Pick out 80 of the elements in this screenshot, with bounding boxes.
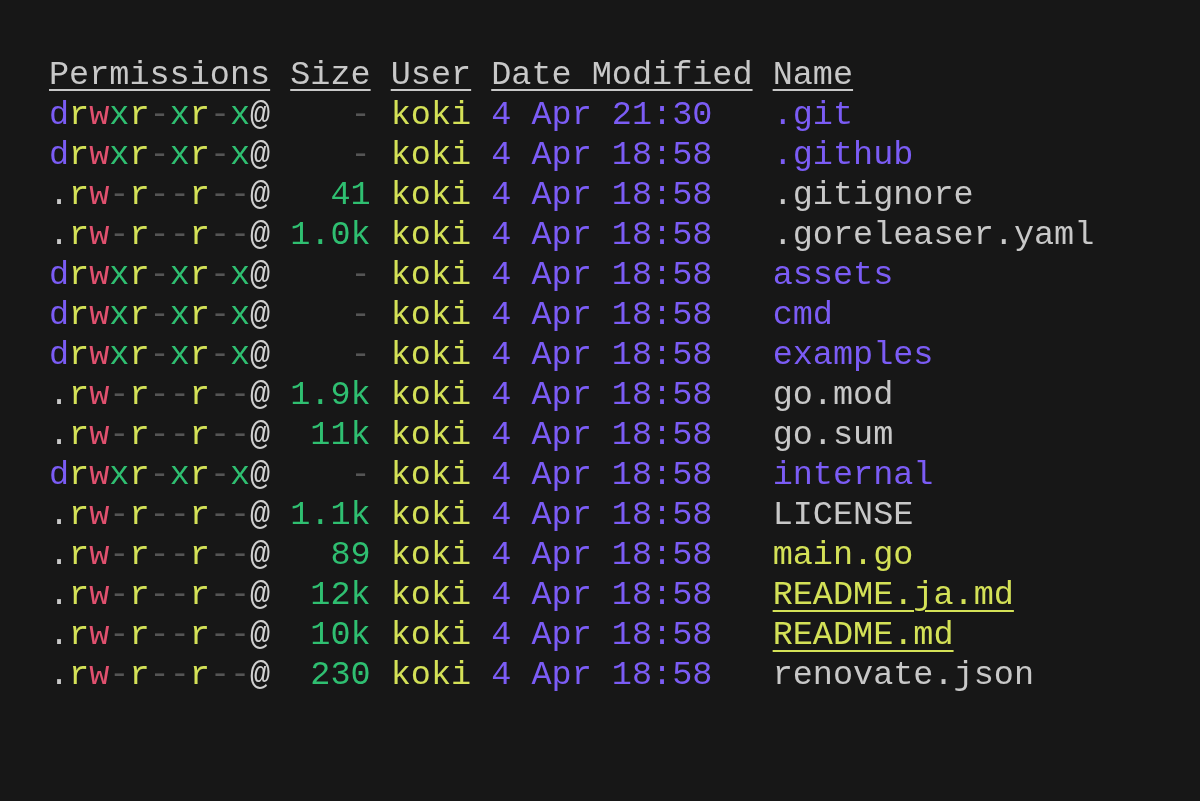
size-cell: 10k	[310, 616, 371, 654]
permissions-cell: drwxr-xr-x@	[49, 136, 271, 174]
permissions-cell: drwxr-xr-x@	[49, 456, 271, 494]
date-cell: 4 Apr 18:58	[491, 416, 713, 454]
permissions-cell: .rw-r--r--@	[49, 576, 271, 614]
user-cell: koki	[390, 456, 472, 494]
permissions-cell: .rw-r--r--@	[49, 216, 271, 254]
file-name: .goreleaser.yaml	[772, 216, 1095, 254]
date-cell: 4 Apr 18:58	[491, 576, 713, 614]
file-name: README.md	[772, 616, 954, 654]
file-name: assets	[772, 256, 894, 294]
date-cell: 4 Apr 18:58	[491, 536, 713, 574]
date-cell: 4 Apr 18:58	[491, 216, 713, 254]
size-cell: 1.1k	[290, 496, 371, 534]
user-cell: koki	[390, 576, 472, 614]
file-name: go.mod	[772, 376, 894, 414]
size-cell: 1.0k	[290, 216, 371, 254]
column-header: Size	[290, 56, 371, 94]
column-header: User	[390, 56, 472, 94]
column-header: Name	[772, 56, 854, 94]
permissions-cell: drwxr-xr-x@	[49, 296, 271, 334]
date-cell: 4 Apr 18:58	[491, 296, 713, 334]
permissions-cell: .rw-r--r--@	[49, 616, 271, 654]
user-cell: koki	[390, 416, 472, 454]
permissions-cell: .rw-r--r--@	[49, 176, 271, 214]
size-cell: 41	[330, 176, 371, 214]
size-cell: -	[350, 336, 371, 374]
file-name: examples	[772, 336, 934, 374]
date-cell: 4 Apr 18:58	[491, 376, 713, 414]
size-cell: 11k	[310, 416, 371, 454]
user-cell: koki	[390, 136, 472, 174]
user-cell: koki	[390, 256, 472, 294]
permissions-cell: .rw-r--r--@	[49, 416, 271, 454]
size-cell: 12k	[310, 576, 371, 614]
date-cell: 4 Apr 18:58	[491, 136, 713, 174]
user-cell: koki	[390, 336, 472, 374]
date-cell: 4 Apr 21:30	[491, 96, 713, 134]
size-cell: -	[350, 136, 371, 174]
permissions-cell: drwxr-xr-x@	[49, 96, 271, 134]
date-cell: 4 Apr 18:58	[491, 456, 713, 494]
user-cell: koki	[390, 176, 472, 214]
permissions-cell: drwxr-xr-x@	[49, 336, 271, 374]
permissions-cell: .rw-r--r--@	[49, 536, 271, 574]
size-cell: -	[350, 96, 371, 134]
user-cell: koki	[390, 296, 472, 334]
user-cell: koki	[390, 536, 472, 574]
date-cell: 4 Apr 18:58	[491, 256, 713, 294]
user-cell: koki	[390, 496, 472, 534]
date-cell: 4 Apr 18:58	[491, 656, 713, 694]
file-name: .github	[772, 136, 914, 174]
date-cell: 4 Apr 18:58	[491, 616, 713, 654]
file-name: internal	[772, 456, 934, 494]
permissions-cell: .rw-r--r--@	[49, 656, 271, 694]
permissions-cell: .rw-r--r--@	[49, 496, 271, 534]
file-name: go.sum	[772, 416, 894, 454]
date-cell: 4 Apr 18:58	[491, 176, 713, 214]
size-cell: -	[350, 296, 371, 334]
size-cell: 1.9k	[290, 376, 371, 414]
date-cell: 4 Apr 18:58	[491, 496, 713, 534]
file-name: .gitignore	[772, 176, 974, 214]
file-name: LICENSE	[772, 496, 914, 534]
size-cell: 230	[310, 656, 371, 694]
user-cell: koki	[390, 656, 472, 694]
size-cell: -	[350, 256, 371, 294]
file-name: README.ja.md	[772, 576, 1014, 614]
user-cell: koki	[390, 216, 472, 254]
file-name: cmd	[772, 296, 833, 334]
permissions-cell: .rw-r--r--@	[49, 376, 271, 414]
size-cell: 89	[330, 536, 371, 574]
size-cell: -	[350, 456, 371, 494]
file-name: .git	[772, 96, 854, 134]
date-cell: 4 Apr 18:58	[491, 336, 713, 374]
column-header: Date Modified	[491, 56, 753, 94]
permissions-cell: drwxr-xr-x@	[49, 256, 271, 294]
user-cell: koki	[390, 376, 472, 414]
user-cell: koki	[390, 96, 472, 134]
user-cell: koki	[390, 616, 472, 654]
column-header: Permissions	[49, 56, 271, 94]
file-name: main.go	[772, 536, 914, 574]
file-name: renovate.json	[772, 656, 1034, 694]
